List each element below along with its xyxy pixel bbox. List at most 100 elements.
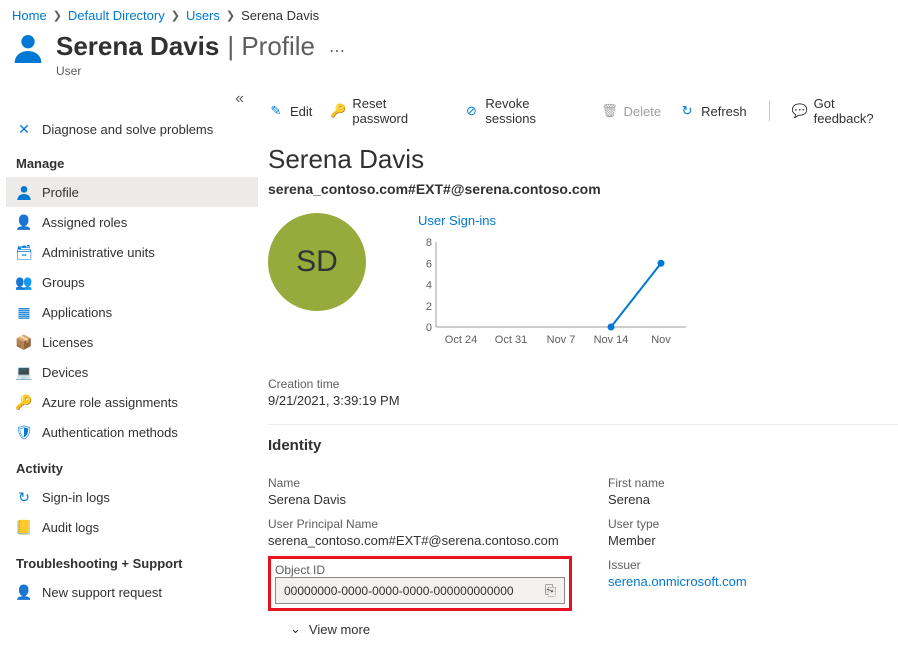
chevron-down-icon: ⌄ (290, 621, 301, 637)
devices-icon: 💻 (16, 364, 32, 380)
name-label: Name (268, 476, 568, 490)
name-value: Serena Davis (268, 492, 568, 507)
breadcrumb: Home ❯ Default Directory ❯ Users ❯ Seren… (0, 0, 898, 27)
sidebar-item-label: Profile (42, 185, 79, 200)
toolbar: ✎ Edit 🔑 Reset password ⊘ Revoke session… (268, 92, 898, 134)
revoke-sessions-button[interactable]: ⊘ Revoke sessions (463, 96, 583, 126)
button-label: Edit (290, 104, 312, 119)
collapse-sidebar-button[interactable]: « (6, 88, 258, 114)
svg-text:4: 4 (426, 280, 432, 292)
sidebar-item-label: Devices (42, 365, 88, 380)
chevron-right-icon: ❯ (53, 9, 62, 22)
page-title: Serena Davis (56, 31, 219, 62)
issuer-label: Issuer (608, 558, 898, 572)
signins-chart: User Sign-ins 02468Oct 24Oct 31Nov 7Nov … (406, 213, 898, 355)
page-header: Serena Davis | Profile ⋯ User (0, 27, 898, 88)
object-id-highlight: Object ID 00000000-0000-0000-0000-000000… (268, 556, 572, 611)
more-actions-button[interactable]: ⋯ (329, 41, 347, 61)
key-icon: 🔑 (330, 103, 346, 119)
button-label: Refresh (701, 104, 747, 119)
sidebar-item-support[interactable]: 👤 New support request (6, 577, 258, 607)
sidebar: « ✕ Diagnose and solve problems Manage P… (0, 88, 258, 637)
profile-upn: serena_contoso.com#EXT#@serena.contoso.c… (268, 181, 898, 197)
object-id-label: Object ID (275, 563, 565, 577)
copy-icon[interactable]: ⎘ (545, 582, 556, 599)
svg-text:0: 0 (426, 322, 432, 334)
content-pane: ✎ Edit 🔑 Reset password ⊘ Revoke session… (258, 88, 898, 637)
identity-heading: Identity (268, 437, 898, 454)
refresh-button[interactable]: ↻ Refresh (679, 103, 747, 119)
crumb-users[interactable]: Users (186, 8, 220, 23)
sidebar-item-label: Authentication methods (42, 425, 178, 440)
ban-icon: ⊘ (463, 103, 479, 119)
object-id-value: 00000000-0000-0000-0000-000000000000 (284, 584, 514, 598)
shield-icon: 🛡 (16, 424, 32, 440)
issuer-link[interactable]: serena.onmicrosoft.com (608, 574, 747, 589)
refresh-icon: ↻ (679, 103, 695, 119)
sidebar-item-azure-roles[interactable]: 🔑 Azure role assignments (6, 387, 258, 417)
chevron-right-icon: ❯ (226, 9, 235, 22)
sidebar-heading-support: Troubleshooting + Support (6, 542, 258, 577)
firstname-value: Serena (608, 492, 898, 507)
feedback-button[interactable]: 💬 Got feedback? (792, 96, 898, 126)
button-label: Revoke sessions (485, 96, 583, 126)
crumb-directory[interactable]: Default Directory (68, 8, 165, 23)
sidebar-heading-manage: Manage (6, 144, 258, 177)
profile-heading: Serena Davis (268, 144, 898, 175)
section-divider (268, 424, 898, 425)
sidebar-item-label: New support request (42, 585, 162, 600)
entity-type-label: User (56, 64, 347, 78)
sidebar-item-audit-logs[interactable]: 📒 Audit logs (6, 512, 258, 542)
sidebar-item-admin-units[interactable]: 🗃 Administrative units (6, 237, 258, 267)
svg-text:Nov 7: Nov 7 (547, 334, 576, 346)
object-id-copy-field[interactable]: 00000000-0000-0000-0000-000000000000 ⎘ (275, 577, 565, 604)
sidebar-heading-activity: Activity (6, 447, 258, 482)
usertype-value: Member (608, 533, 898, 548)
creation-time-value: 9/21/2021, 3:39:19 PM (268, 393, 898, 408)
svg-text:2: 2 (426, 301, 432, 313)
chart-title[interactable]: User Sign-ins (406, 213, 898, 228)
groups-icon: 👥 (16, 274, 32, 290)
sidebar-item-licenses[interactable]: 📦 Licenses (6, 327, 258, 357)
button-label: Delete (624, 104, 662, 119)
key-icon: 🔑 (16, 394, 32, 410)
firstname-label: First name (608, 476, 898, 490)
sidebar-item-label: Assigned roles (42, 215, 127, 230)
sidebar-item-profile[interactable]: Profile (6, 177, 258, 207)
toolbar-divider (769, 101, 770, 121)
trash-icon: 🗑 (602, 103, 618, 119)
button-label: Reset password (352, 96, 445, 126)
avatar: SD (268, 213, 366, 311)
view-more-label: View more (309, 622, 370, 637)
sidebar-item-label: Sign-in logs (42, 490, 110, 505)
audit-icon: 📒 (16, 519, 32, 535)
role-icon: 👤 (16, 214, 32, 230)
reset-password-button[interactable]: 🔑 Reset password (330, 96, 445, 126)
delete-button: 🗑 Delete (602, 103, 662, 119)
sidebar-item-diagnose[interactable]: ✕ Diagnose and solve problems (6, 114, 258, 144)
admin-units-icon: 🗃 (16, 244, 32, 260)
svg-text:Nov 14: Nov 14 (594, 334, 629, 346)
pencil-icon: ✎ (268, 103, 284, 119)
svg-text:Oct 31: Oct 31 (495, 334, 527, 346)
user-icon (16, 184, 32, 200)
edit-button[interactable]: ✎ Edit (268, 103, 312, 119)
view-more-button[interactable]: ⌄ View more (290, 621, 898, 637)
sidebar-item-applications[interactable]: ▦ Applications (6, 297, 258, 327)
line-chart: 02468Oct 24Oct 31Nov 7Nov 14Nov (406, 232, 686, 352)
crumb-home[interactable]: Home (12, 8, 47, 23)
sidebar-item-assigned-roles[interactable]: 👤 Assigned roles (6, 207, 258, 237)
button-label: Got feedback? (814, 96, 898, 126)
svg-text:6: 6 (426, 258, 432, 270)
sidebar-item-label: Groups (42, 275, 85, 290)
upn-label: User Principal Name (268, 517, 568, 531)
sidebar-item-label: Applications (42, 305, 112, 320)
applications-icon: ▦ (16, 304, 32, 320)
sidebar-item-auth-methods[interactable]: 🛡 Authentication methods (6, 417, 258, 447)
sidebar-item-devices[interactable]: 💻 Devices (6, 357, 258, 387)
sidebar-item-groups[interactable]: 👥 Groups (6, 267, 258, 297)
support-icon: 👤 (16, 584, 32, 600)
page-subtitle: | Profile (227, 31, 315, 62)
sidebar-item-signin-logs[interactable]: ↻ Sign-in logs (6, 482, 258, 512)
chevron-right-icon: ❯ (171, 9, 180, 22)
